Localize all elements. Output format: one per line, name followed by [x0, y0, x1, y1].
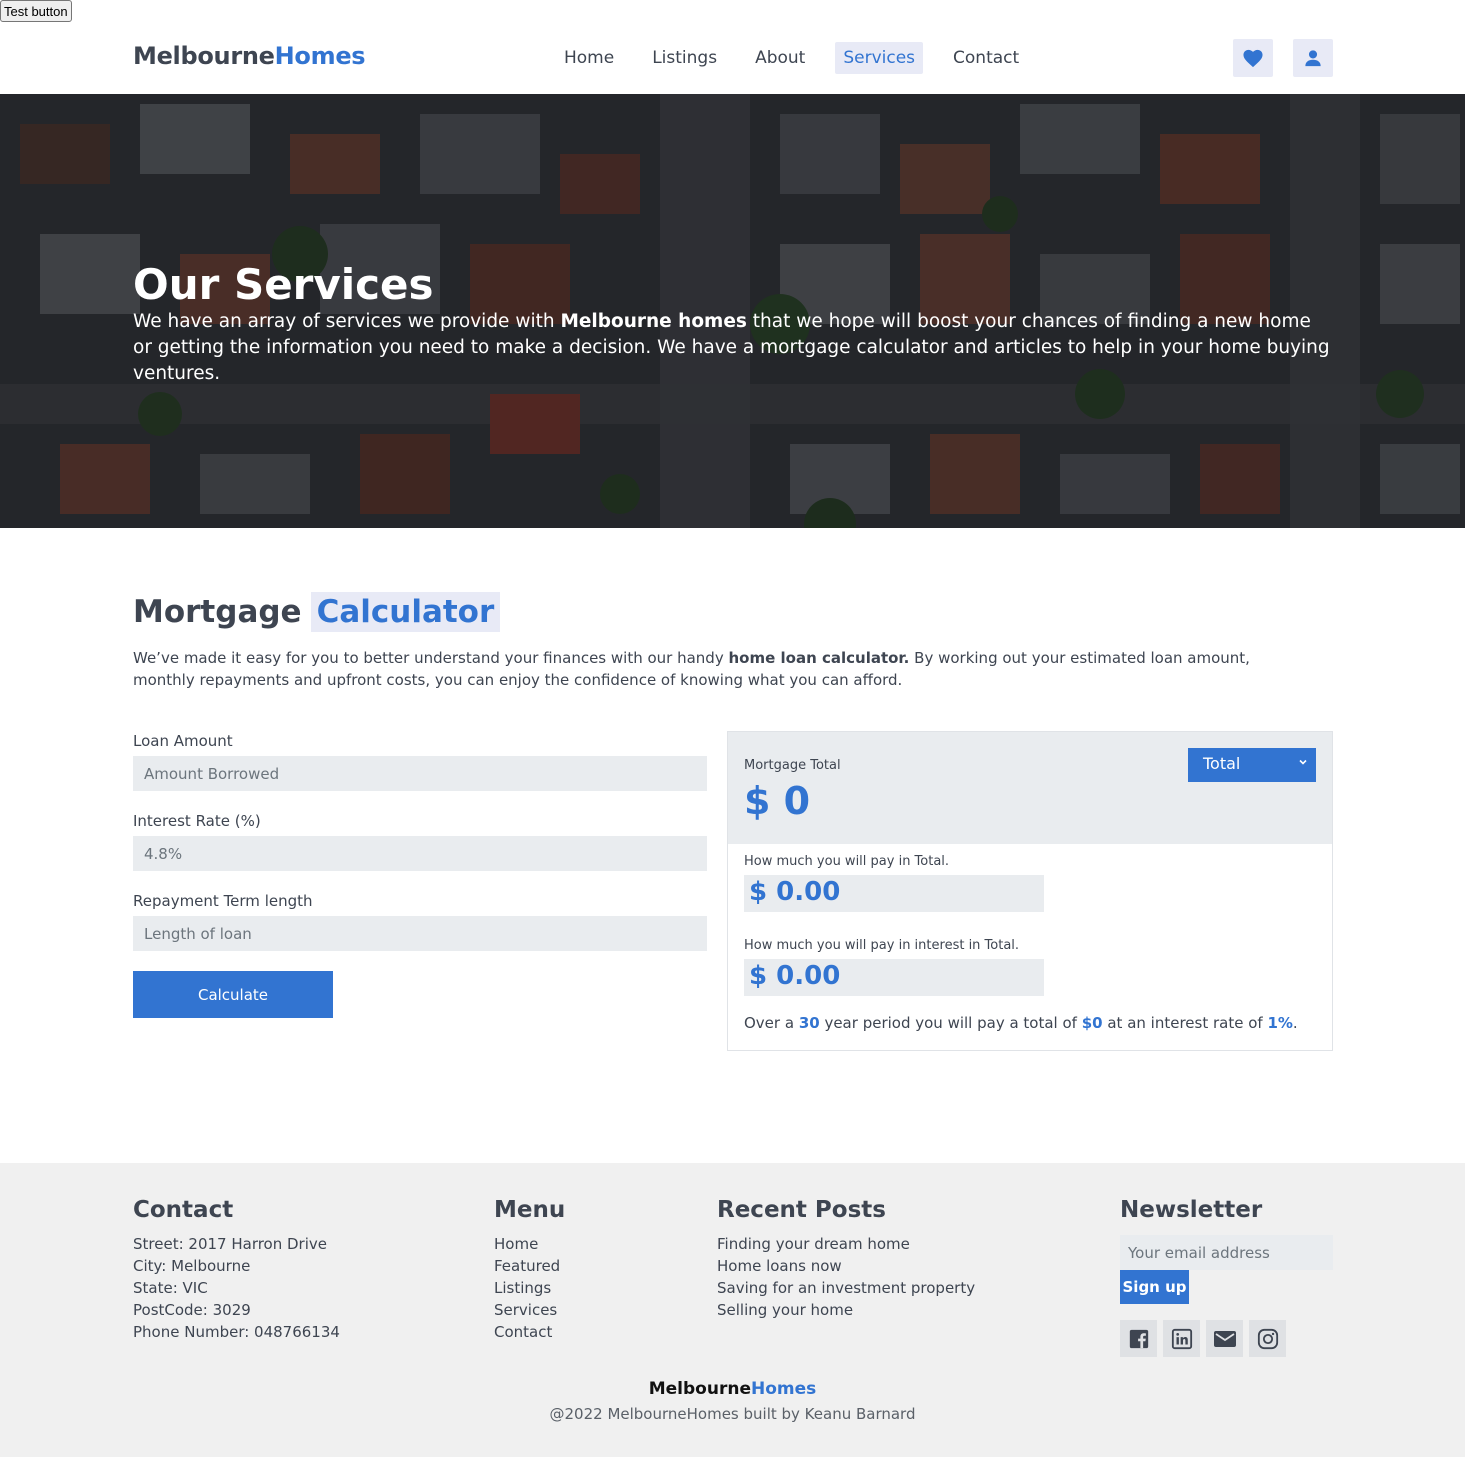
- contact-city: City: Melbourne: [133, 1257, 251, 1275]
- total-pay-value: $ 0.00: [744, 875, 1044, 912]
- total-pay-label: How much you will pay in Total.: [744, 854, 950, 869]
- result-type-value: Total: [1203, 754, 1241, 773]
- nav-link-services[interactable]: Services: [835, 42, 924, 74]
- footer-link-contact[interactable]: Contact: [494, 1321, 565, 1343]
- footer: Contact Street: 2017 Harron Drive City: …: [0, 1163, 1465, 1457]
- footer-link-featured[interactable]: Featured: [494, 1255, 565, 1277]
- footer-contact-title: Contact: [133, 1197, 234, 1223]
- hero-title: Our Services: [133, 260, 434, 309]
- heart-icon: [1243, 49, 1263, 68]
- hero-text-bold: Melbourne homes: [560, 311, 747, 332]
- post-link[interactable]: Finding your dream home: [717, 1233, 975, 1255]
- hero-text: We have an array of services we provide …: [133, 309, 1333, 387]
- results-header: Mortgage Total $ 0 Total: [728, 732, 1332, 844]
- mortgage-desc-bold: home loan calculator.: [728, 649, 910, 667]
- footer-menu: Menu Home Featured Listings Services Con…: [494, 1197, 565, 1343]
- footer-menu-title: Menu: [494, 1197, 566, 1223]
- footer-newsletter-title: Newsletter: [1120, 1197, 1263, 1223]
- email-link[interactable]: [1206, 1320, 1243, 1357]
- signup-button[interactable]: Sign up: [1120, 1270, 1189, 1304]
- footer-posts-title: Recent Posts: [717, 1197, 886, 1223]
- hero-text-start: We have an array of services we provide …: [133, 311, 561, 332]
- contact-state: State: VIC: [133, 1279, 208, 1297]
- mortgage-description: We’ve made it easy for you to better und…: [133, 647, 1273, 691]
- footer-link-services[interactable]: Services: [494, 1299, 565, 1321]
- footer-contact: Contact Street: 2017 Harron Drive City: …: [133, 1197, 340, 1343]
- nav-links: Home Listings About Services Contact: [556, 42, 1049, 74]
- newsletter-email-input[interactable]: [1120, 1235, 1333, 1270]
- footer-link-home[interactable]: Home: [494, 1233, 565, 1255]
- interest-pay-label: How much you will pay in interest in Tot…: [744, 938, 1020, 953]
- summary-years: 30: [798, 1014, 820, 1032]
- mortgage-total-value: $ 0: [744, 779, 811, 823]
- mortgage-title-main: Mortgage: [133, 594, 302, 630]
- facebook-link[interactable]: [1120, 1320, 1157, 1357]
- post-link[interactable]: Home loans now: [717, 1255, 975, 1277]
- summary-total: $0: [1081, 1014, 1103, 1032]
- linkedin-icon: [1171, 1328, 1192, 1349]
- interest-rate-input[interactable]: [133, 836, 707, 871]
- summary-part-3: at an interest rate of: [1102, 1014, 1268, 1032]
- instagram-link[interactable]: [1249, 1320, 1286, 1357]
- email-icon: [1213, 1330, 1236, 1347]
- instagram-icon: [1257, 1328, 1278, 1349]
- calculate-button[interactable]: Calculate: [133, 971, 333, 1018]
- contact-postcode: PostCode: 3029: [133, 1301, 251, 1319]
- footer-brand: MelbourneHomes: [0, 1379, 1465, 1399]
- summary-part-1: Over a: [744, 1014, 799, 1032]
- summary-part-2: year period you will pay a total of: [819, 1014, 1082, 1032]
- mortgage-total-label: Mortgage Total: [744, 758, 841, 773]
- nav-link-about[interactable]: About: [747, 42, 813, 74]
- test-button[interactable]: Test button: [0, 0, 72, 22]
- term-length-label: Repayment Term length: [133, 892, 313, 910]
- hero-banner: Our Services We have an array of service…: [0, 94, 1465, 528]
- brand-accent: Homes: [274, 42, 366, 70]
- copyright: @2022 MelbourneHomes built by Keanu Barn…: [549, 1405, 916, 1423]
- user-icon: [1305, 50, 1321, 67]
- summary-rate: 1%: [1267, 1014, 1293, 1032]
- footer-newsletter: Newsletter Sign up: [1120, 1197, 1333, 1357]
- post-link[interactable]: Selling your home: [717, 1299, 975, 1321]
- term-length-input[interactable]: [133, 916, 707, 951]
- nav-link-listings[interactable]: Listings: [644, 42, 725, 74]
- footer-link-listings[interactable]: Listings: [494, 1277, 565, 1299]
- loan-amount-input[interactable]: [133, 756, 707, 791]
- linkedin-link[interactable]: [1163, 1320, 1200, 1357]
- footer-recent-posts: Recent Posts Finding your dream home Hom…: [717, 1197, 975, 1321]
- account-button[interactable]: [1293, 39, 1333, 77]
- brand-logo[interactable]: MelbourneHomes: [133, 42, 366, 70]
- summary-part-4: .: [1292, 1014, 1298, 1032]
- footer-brand-main: Melbourne: [648, 1379, 751, 1399]
- favorites-button[interactable]: [1233, 39, 1273, 77]
- brand-main: Melbourne: [133, 42, 275, 70]
- navbar: MelbourneHomes Home Listings About Servi…: [0, 22, 1465, 94]
- mortgage-desc-start: We’ve made it easy for you to better und…: [133, 649, 729, 667]
- interest-rate-label: Interest Rate (%): [133, 812, 261, 830]
- nav-link-home[interactable]: Home: [556, 42, 622, 74]
- results-card: Mortgage Total $ 0 Total How much you wi…: [727, 731, 1333, 1051]
- results-summary: Over a 30 year period you will pay a tot…: [744, 1014, 1298, 1032]
- social-links: [1120, 1320, 1333, 1357]
- contact-street: Street: 2017 Harron Drive: [133, 1235, 327, 1253]
- chevron-down-icon: [1299, 759, 1307, 765]
- nav-link-contact[interactable]: Contact: [945, 42, 1027, 74]
- result-type-select[interactable]: Total: [1188, 748, 1316, 782]
- footer-brand-accent: Homes: [750, 1379, 817, 1399]
- facebook-icon: [1129, 1329, 1148, 1348]
- mortgage-title: Mortgage Calculator: [133, 592, 501, 632]
- contact-phone: Phone Number: 048766134: [133, 1323, 340, 1341]
- post-link[interactable]: Saving for an investment property: [717, 1277, 975, 1299]
- interest-pay-value: $ 0.00: [744, 959, 1044, 996]
- mortgage-title-accent: Calculator: [310, 592, 501, 632]
- loan-amount-label: Loan Amount: [133, 732, 233, 750]
